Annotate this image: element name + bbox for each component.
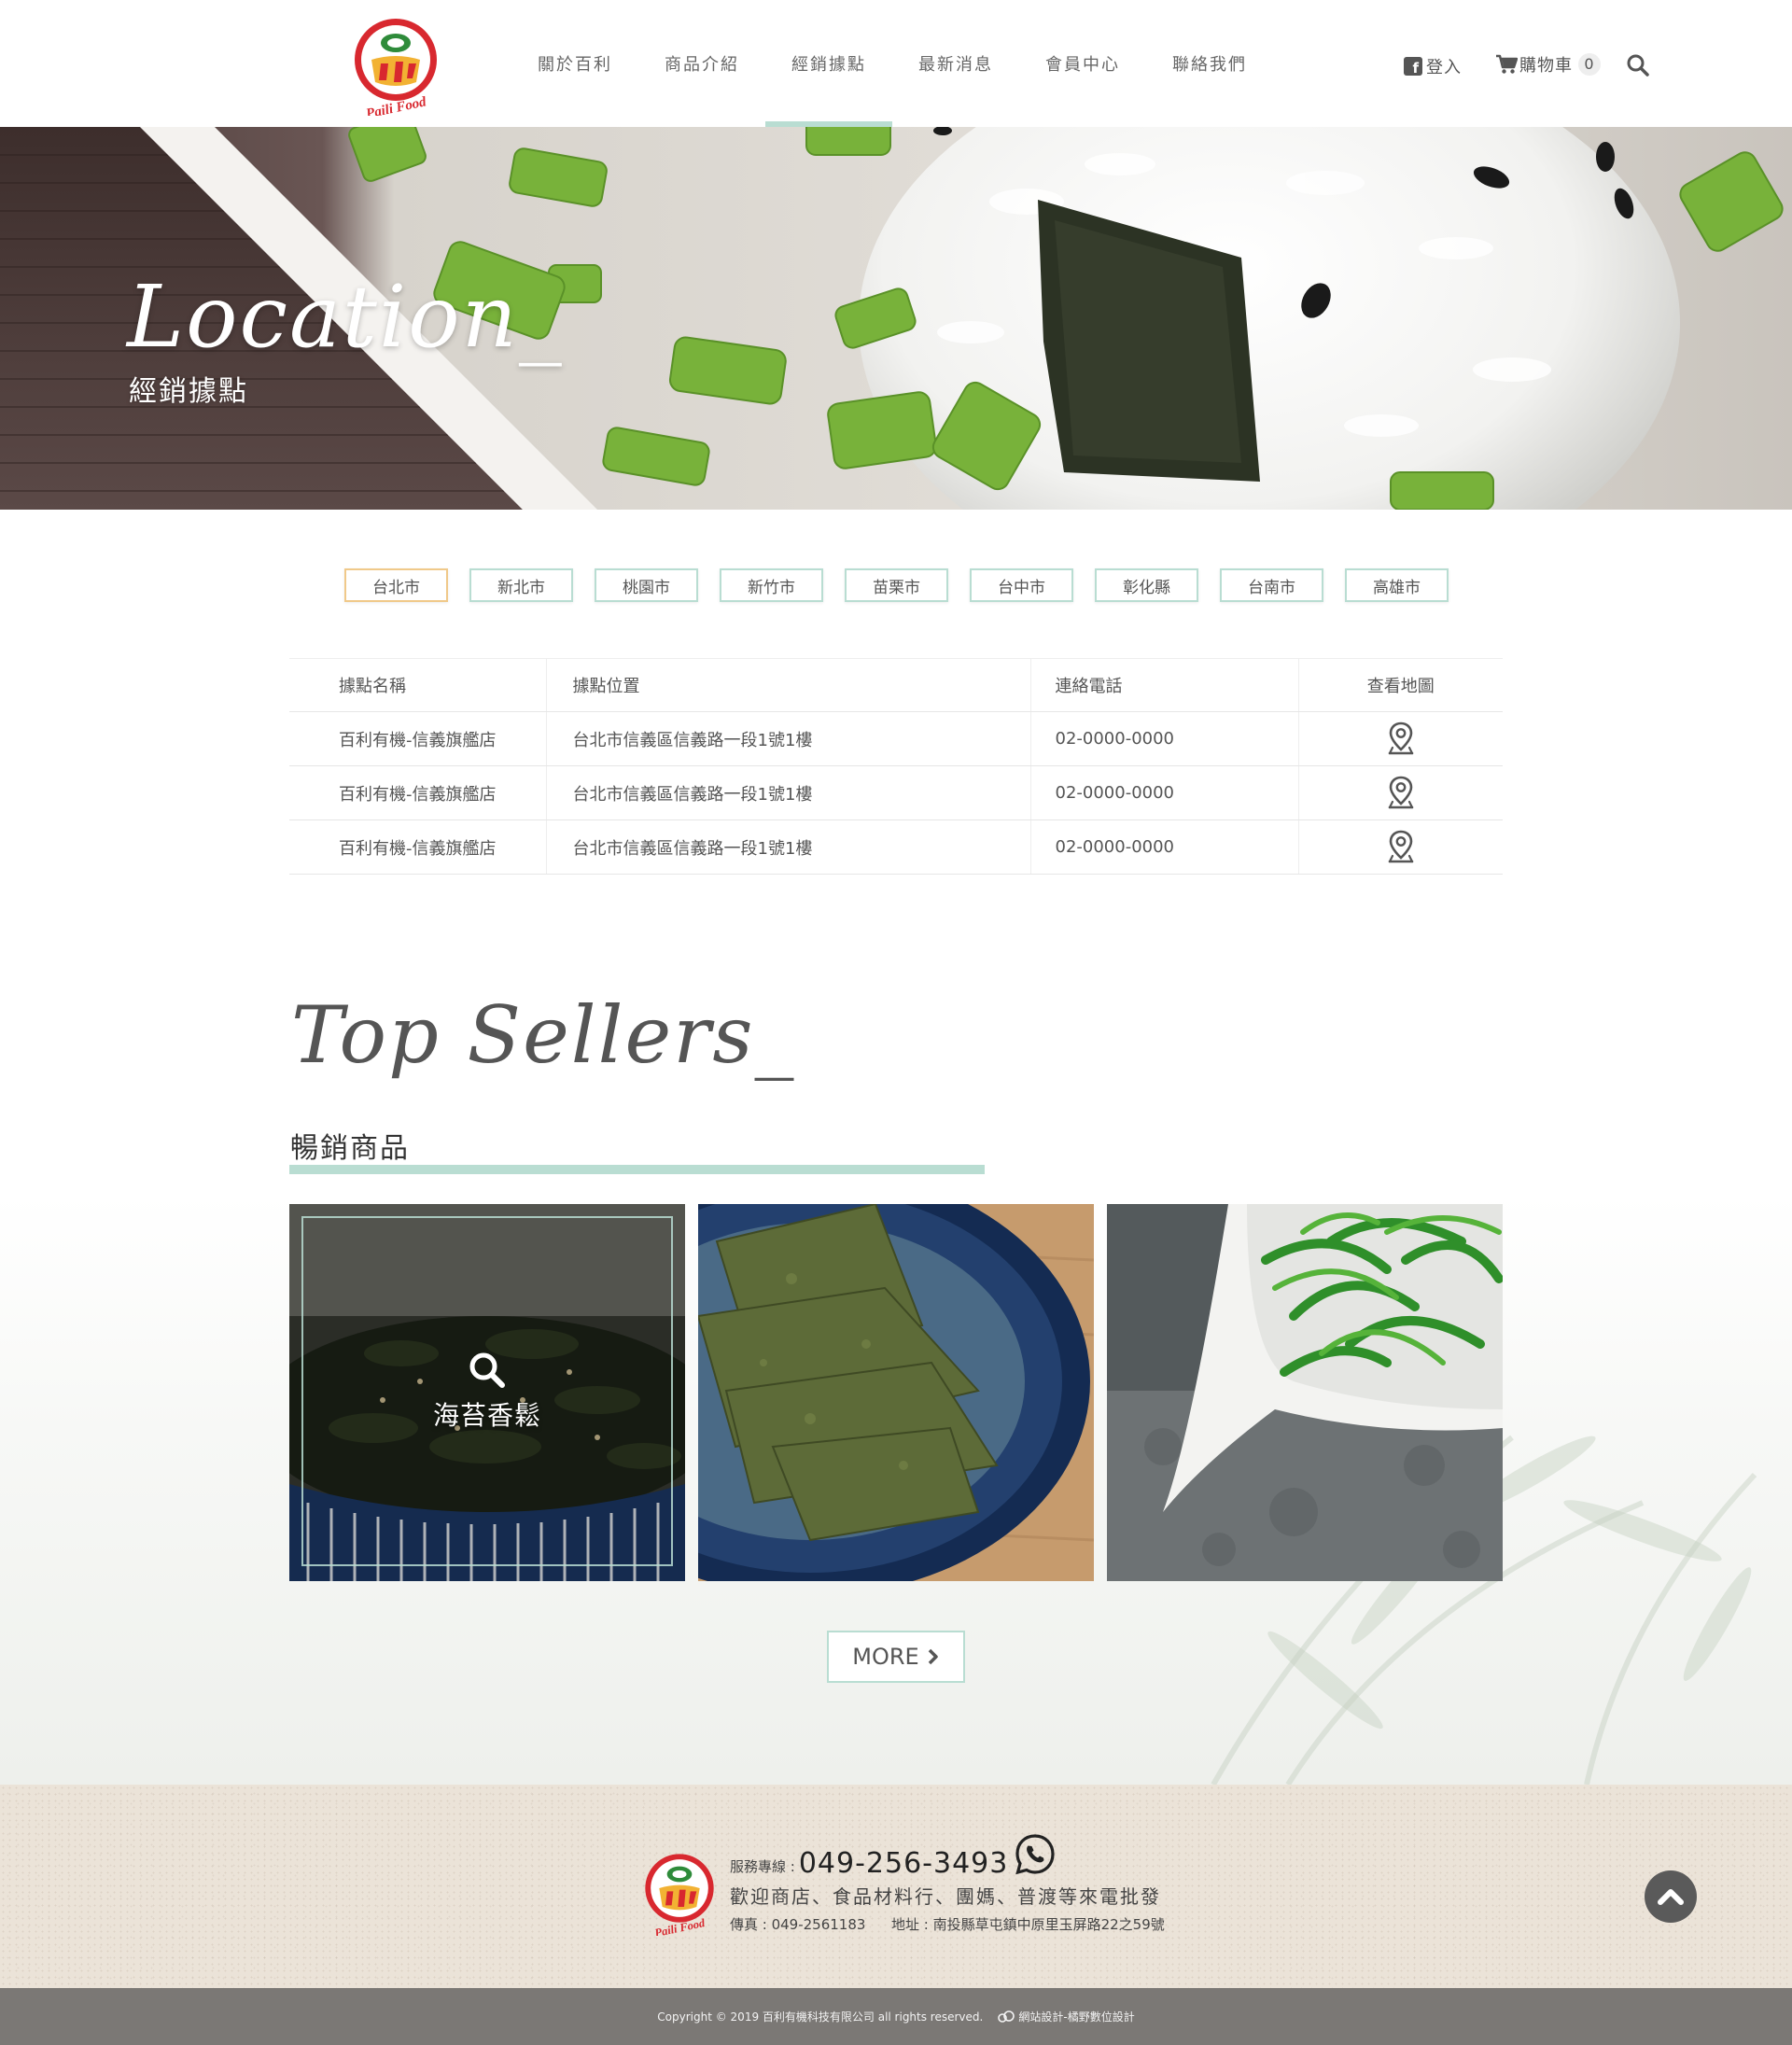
- product-card[interactable]: [698, 1204, 1094, 1581]
- table-header-row: 據點名稱 據點位置 連絡電話 查看地圖: [289, 658, 1503, 712]
- search-icon[interactable]: [1626, 53, 1650, 77]
- city-button-kaohsiung[interactable]: 高雄市: [1345, 568, 1449, 602]
- nav-item-member[interactable]: 會員中心: [1019, 0, 1146, 127]
- more-button[interactable]: MORE: [827, 1631, 965, 1683]
- cart-count-badge: 0: [1578, 53, 1601, 76]
- nav-item-about[interactable]: 關於百利: [511, 0, 638, 127]
- footer-logo: Paili Food: [645, 1854, 714, 1936]
- product-card[interactable]: 海苔香鬆: [289, 1204, 685, 1581]
- store-address-cell: 台北市信義區信義路一段1號1樓: [546, 711, 1031, 766]
- designer-logo-icon: [998, 2010, 1015, 2023]
- cart-label: 購物車: [1519, 56, 1573, 76]
- city-filter: 台北市 新北市 桃園市 新竹市 苗栗市 台中市 彰化縣 台南市 高雄市: [344, 568, 1470, 602]
- city-button-taichung[interactable]: 台中市: [970, 568, 1073, 602]
- table-row: 百利有機-信義旗艦店 台北市信義區信義路一段1號1樓 02-0000-0000: [289, 711, 1503, 766]
- whatsapp-icon[interactable]: [1014, 1833, 1057, 1876]
- product-hover-overlay: 海苔香鬆: [301, 1216, 673, 1566]
- store-phone-cell: 02-0000-0000: [1030, 819, 1299, 875]
- cart-link[interactable]: 購物車 0: [1495, 52, 1601, 77]
- footer-address-line: 傳真 : 049-2561183 地址 : 南投縣草屯鎮中原里玉屏路22之59號: [730, 1914, 1165, 1934]
- city-button-taoyuan[interactable]: 桃園市: [595, 568, 698, 602]
- footer-welcome: 歡迎商店、食品材料行、團媽、普渡等來電批發: [730, 1885, 1161, 1908]
- login-link[interactable]: f 登入: [1404, 54, 1462, 78]
- top-sellers-underline: [289, 1165, 985, 1174]
- nav-item-products[interactable]: 商品介紹: [638, 0, 765, 127]
- nav-item-locations[interactable]: 經銷據點: [765, 0, 892, 127]
- login-label: 登入: [1426, 58, 1462, 77]
- col-header-name: 據點名稱: [289, 658, 547, 712]
- table-row: 百利有機-信義旗艦店 台北市信義區信義路一段1號1樓 02-0000-0000: [289, 819, 1503, 875]
- col-header-map: 查看地圖: [1298, 658, 1503, 712]
- store-address-cell: 台北市信義區信義路一段1號1樓: [546, 765, 1031, 820]
- col-header-address: 據點位置: [546, 658, 1031, 712]
- phone-label: 服務專線 :: [730, 1858, 795, 1875]
- main-nav: 關於百利 商品介紹 經銷據點 最新消息 會員中心 聯絡我們: [511, 0, 1273, 127]
- paili-food-logo[interactable]: Paili Food: [351, 15, 441, 116]
- city-button-new-taipei[interactable]: 新北市: [469, 568, 573, 602]
- city-button-miaoli[interactable]: 苗栗市: [845, 568, 948, 602]
- city-button-tainan[interactable]: 台南市: [1220, 568, 1323, 602]
- map-cell: [1298, 711, 1503, 766]
- fax-number: 傳真 : 049-2561183: [730, 1916, 866, 1933]
- nav-item-news[interactable]: 最新消息: [892, 0, 1019, 127]
- store-name-cell: 百利有機-信義旗艦店: [289, 765, 547, 820]
- chevron-right-icon: [928, 1648, 938, 1665]
- site-header: Paili Food 關於百利 商品介紹 經銷據點 最新消息 會員中心 聯絡我們…: [0, 0, 1792, 127]
- map-cell: [1298, 819, 1503, 875]
- site-footer: Paili Food 服務專線 : 049-256-3493 歡迎商店、食品材料…: [0, 1785, 1792, 1988]
- footer-contact-info: 服務專線 : 049-256-3493 歡迎商店、食品材料行、團媽、普渡等來電批…: [730, 1833, 1165, 1934]
- map-pin-icon[interactable]: [1387, 721, 1415, 757]
- copyright-bar: Copyright © 2019 百利有機科技有限公司 all rights r…: [0, 1988, 1792, 2045]
- product-card[interactable]: [1107, 1204, 1503, 1581]
- more-label: MORE: [852, 1644, 919, 1670]
- hero-banner: Location_ 經銷據點: [0, 127, 1792, 510]
- product-name: 海苔香鬆: [432, 1399, 541, 1431]
- header-tools: f 登入 購物車 0: [1363, 0, 1792, 127]
- store-name-cell: 百利有機-信義旗艦店: [289, 819, 547, 875]
- address: 地址 : 南投縣草屯鎮中原里玉屏路22之59號: [891, 1916, 1165, 1933]
- store-phone-cell: 02-0000-0000: [1030, 765, 1299, 820]
- product-image: [1107, 1204, 1503, 1581]
- product-image: [698, 1204, 1094, 1581]
- city-button-changhua[interactable]: 彰化縣: [1095, 568, 1198, 602]
- chevron-up-icon: [1658, 1889, 1684, 1905]
- city-button-taipei[interactable]: 台北市: [344, 568, 448, 602]
- store-name-cell: 百利有機-信義旗艦店: [289, 711, 547, 766]
- search-icon: [469, 1352, 505, 1388]
- map-pin-icon[interactable]: [1387, 776, 1415, 811]
- store-phone-cell: 02-0000-0000: [1030, 711, 1299, 766]
- city-button-hsinchu[interactable]: 新竹市: [720, 568, 823, 602]
- nav-item-contact[interactable]: 聯絡我們: [1146, 0, 1273, 127]
- top-sellers-title: Top Sellers_: [291, 989, 796, 1081]
- map-pin-icon[interactable]: [1387, 830, 1415, 865]
- back-to-top-button[interactable]: [1645, 1870, 1697, 1923]
- cart-icon: [1496, 54, 1518, 74]
- map-cell: [1298, 765, 1503, 820]
- facebook-icon: f: [1404, 57, 1422, 76]
- store-address-cell: 台北市信義區信義路一段1號1樓: [546, 819, 1031, 875]
- banner-subtitle: 經銷據點: [129, 375, 248, 408]
- col-header-phone: 連絡電話: [1030, 658, 1299, 712]
- top-sellers-subtitle: 暢銷商品: [290, 1132, 410, 1165]
- phone-number[interactable]: 049-256-3493: [799, 1847, 1009, 1880]
- copyright-text: Copyright © 2019 百利有機科技有限公司 all rights r…: [657, 2010, 984, 2024]
- designer-link[interactable]: 網站設計-橘野數位設計: [1018, 2009, 1134, 2024]
- table-row: 百利有機-信義旗艦店 台北市信義區信義路一段1號1樓 02-0000-0000: [289, 765, 1503, 820]
- location-table: 據點名稱 據點位置 連絡電話 查看地圖 百利有機-信義旗艦店 台北市信義區信義路…: [289, 658, 1503, 875]
- banner-title: Location_: [127, 267, 564, 367]
